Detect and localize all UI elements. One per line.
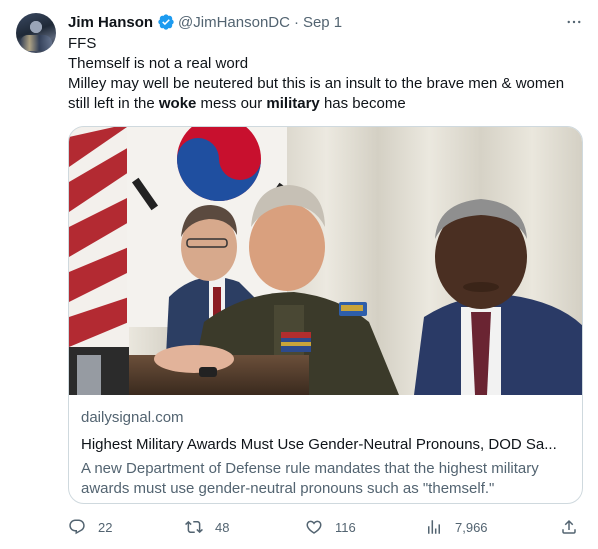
action-bar: 22 48 116 7,966 <box>68 516 583 538</box>
tweet-text-paragraph: Milley may well be neutered but this is … <box>68 74 588 114</box>
views-count: 7,966 <box>455 519 488 535</box>
verified-badge-icon <box>157 13 175 31</box>
heart-icon <box>306 520 322 534</box>
like-count: 116 <box>335 519 356 535</box>
retweet-icon <box>185 520 203 534</box>
retweet-count: 48 <box>215 519 230 535</box>
tweet-text-line: Themself is not a real word <box>68 55 249 72</box>
reply-icon <box>69 519 85 535</box>
tweet-text-line: FFS <box>68 35 97 52</box>
separator-dot: · <box>293 13 299 31</box>
avatar[interactable] <box>16 13 56 53</box>
views-icon <box>428 520 440 534</box>
share-icon <box>562 519 576 534</box>
tweet-date[interactable]: Sep 1 <box>303 14 342 31</box>
views-button[interactable]: 7,966 <box>425 516 488 538</box>
card-photo[interactable] <box>69 127 582 395</box>
reply-count: 22 <box>98 519 113 535</box>
more-icon[interactable] <box>563 12 585 32</box>
retweet-button[interactable]: 48 <box>185 516 229 538</box>
link-preview-card[interactable]: dailysignal.com Highest Military Awards … <box>68 126 583 504</box>
author-name[interactable]: Jim Hanson <box>68 14 153 31</box>
card-headline[interactable]: Highest Military Awards Must Use Gender-… <box>81 435 574 455</box>
tweet-text: FFS Themself is not a real word Milley m… <box>68 34 588 114</box>
card-domain: dailysignal.com <box>81 409 184 426</box>
tweet[interactable]: Jim Hanson @JimHansonDC · Sep 1 FFS Them… <box>0 0 598 549</box>
author-handle[interactable]: @JimHansonDC <box>178 14 290 31</box>
card-description: A new Department of Defense rule mandate… <box>81 460 539 497</box>
bold-word-woke: woke <box>158 95 197 112</box>
share-button[interactable] <box>560 516 578 538</box>
card-body[interactable]: dailysignal.com Highest Military Awards … <box>81 408 574 499</box>
tweet-text-span: mess our <box>196 95 267 112</box>
tweet-text-span: has become <box>319 95 406 112</box>
bold-word-military: military <box>266 95 320 112</box>
reply-button[interactable]: 22 <box>68 516 112 538</box>
tweet-header: Jim Hanson @JimHansonDC · Sep 1 <box>68 12 342 32</box>
like-button[interactable]: 116 <box>305 516 356 538</box>
